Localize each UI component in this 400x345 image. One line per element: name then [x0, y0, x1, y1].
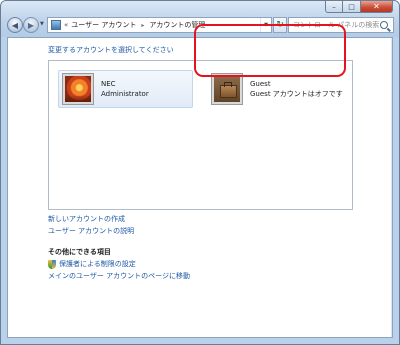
account-name: Guest [250, 80, 271, 88]
breadcrumb-separator-icon[interactable]: ▸ [141, 22, 144, 29]
account-list: NEC Administrator Guest Guest アカウントはオフです [48, 60, 353, 210]
additional-tasks-list: 保護者による制限の設定 メインのユーザー アカウントのページに移動 [48, 258, 190, 282]
account-help-link[interactable]: ユーザー アカウントの説明 [48, 225, 134, 237]
back-button[interactable]: ◀ [7, 17, 23, 33]
parental-controls-row[interactable]: 保護者による制限の設定 [48, 258, 190, 270]
address-overflow-chevron[interactable]: « [64, 21, 68, 29]
create-account-link[interactable]: 新しいアカウントの作成 [48, 213, 134, 225]
account-tile-text: Guest Guest アカウントはオフです [250, 79, 343, 99]
guest-highlight-annotation [194, 24, 346, 77]
main-user-accounts-link[interactable]: メインのユーザー アカウントのページに移動 [48, 270, 190, 282]
control-panel-icon [51, 20, 61, 30]
main-user-accounts-row[interactable]: メインのユーザー アカウントのページに移動 [48, 270, 190, 282]
briefcase-avatar-icon [212, 74, 242, 104]
flower-avatar-icon [63, 74, 93, 104]
account-tile-nec[interactable]: NEC Administrator [58, 70, 193, 108]
content-pane: 変更するアカウントを選択してください NEC Administrator Gue… [7, 37, 393, 338]
shield-icon [48, 259, 56, 269]
additional-tasks-heading: その他にできる項目 [48, 248, 111, 256]
forward-button[interactable]: ▶ [23, 17, 39, 33]
window-controls: – □ ✕ [325, 1, 393, 13]
page-heading: 変更するアカウントを選択してください [48, 46, 174, 54]
content-edge [391, 38, 392, 337]
recent-pages-dropdown-icon[interactable]: ▼ [40, 21, 44, 27]
parental-controls-link[interactable]: 保護者による制限の設定 [59, 258, 136, 270]
control-panel-window: – □ ✕ ◀ ▶ ▼ « ユーザー アカウント ▸ アカウントの管理 ▼ ↻ … [0, 0, 400, 345]
search-icon[interactable] [380, 21, 388, 29]
account-status: Guest アカウントはオフです [250, 90, 343, 98]
minimize-button[interactable]: – [325, 1, 343, 13]
account-name: NEC [101, 80, 116, 88]
account-links: 新しいアカウントの作成 ユーザー アカウントの説明 [48, 213, 134, 237]
account-type: Administrator [101, 90, 149, 98]
maximize-button[interactable]: □ [343, 1, 361, 13]
breadcrumb-user-accounts[interactable]: ユーザー アカウント [71, 20, 136, 30]
account-tile-text: NEC Administrator [101, 79, 149, 99]
close-button[interactable]: ✕ [361, 1, 393, 13]
